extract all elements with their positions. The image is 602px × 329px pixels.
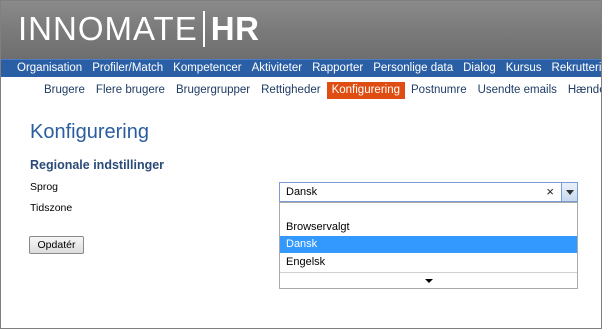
main-nav-item-personlige-data[interactable]: Personlige data [368,60,458,77]
language-dropdown-list: Browservalgt Dansk Engelsk [279,202,578,289]
main-nav-item-profiler-match[interactable]: Profiler/Match [87,60,168,77]
page-title: Konfigurering [30,121,149,143]
language-option-browservalgt[interactable]: Browservalgt [280,219,577,236]
sub-nav-item-flere-brugere[interactable]: Flere brugere [91,82,170,99]
clear-icon[interactable]: × [546,184,554,200]
language-select-value: Dansk [286,186,318,198]
logo[interactable]: INNOMATE HR [18,9,259,49]
language-label: Sprog [30,181,59,193]
update-button[interactable]: Opdatér [29,236,84,254]
app-frame: INNOMATE HR Organisation Profiler/Match … [0,0,602,329]
sub-nav-item-usendte-emails[interactable]: Usendte emails [473,82,562,99]
logo-divider [202,11,205,47]
main-nav-item-aktiviteter[interactable]: Aktiviteter [247,60,308,77]
sub-nav: Brugere Flere brugere Brugergrupper Rett… [1,80,601,100]
timezone-label: Tidszone [30,202,73,214]
logo-sub-text: HR [210,10,260,47]
main-nav: Organisation Profiler/Match Kompetencer … [1,59,601,77]
section-title: Regionale indstillinger [30,158,165,172]
main-nav-item-rekruttering[interactable]: Rekruttering [547,60,601,77]
sub-nav-item-postnumre[interactable]: Postnumre [406,82,472,99]
main-nav-item-kursus[interactable]: Kursus [501,60,547,77]
language-select[interactable]: Dansk × [279,182,578,202]
sub-nav-item-rettigheder[interactable]: Rettigheder [256,82,325,99]
logo-main-text: INNOMATE [18,10,198,47]
sub-nav-item-brugere[interactable]: Brugere [39,82,90,99]
chevron-down-icon [565,189,574,195]
arrow-down-icon [424,278,433,283]
main-nav-item-kompetencer[interactable]: Kompetencer [168,60,246,77]
sub-nav-item-haendelser[interactable]: Hændelser [563,82,601,99]
dropdown-toggle-button[interactable] [561,183,577,201]
language-option-dansk[interactable]: Dansk [280,236,577,253]
main-nav-item-rapporter[interactable]: Rapporter [307,60,368,77]
sub-nav-item-brugergrupper[interactable]: Brugergrupper [171,82,255,99]
main-nav-item-organisation[interactable]: Organisation [1,60,87,77]
sub-nav-item-konfigurering[interactable]: Konfigurering [326,81,405,99]
main-nav-item-dialog[interactable]: Dialog [458,60,501,77]
scroll-down-button[interactable] [280,272,577,288]
app-header: INNOMATE HR [1,1,601,59]
language-option-engelsk[interactable]: Engelsk [280,254,577,271]
